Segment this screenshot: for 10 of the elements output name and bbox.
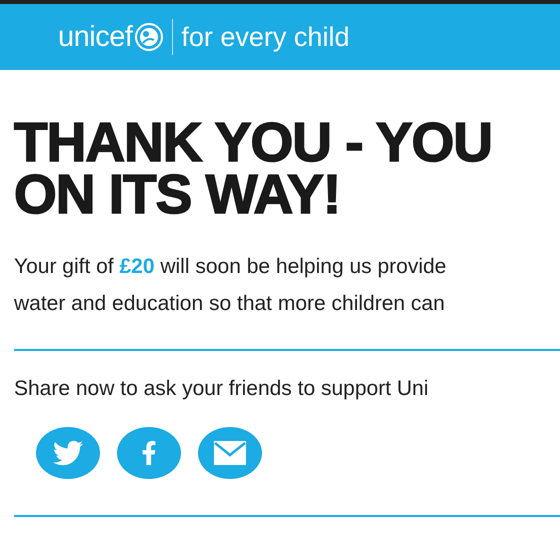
emblem-icon [134, 22, 164, 52]
page-heading: ON ITS WAY! [14, 168, 342, 220]
message-text: water and education so that more children can [14, 291, 446, 317]
message-text: Your gift of £20 will soon be helping us provide [14, 254, 448, 280]
envelope-icon [214, 441, 246, 465]
page-heading: THANK YOU - YOU [14, 116, 494, 168]
share-prompt: Share now to ask your friends to support Uni [14, 376, 430, 402]
logo-wordmark[interactable]: unicef [58, 22, 132, 52]
bird-icon [53, 438, 83, 468]
tagline: for every child [181, 24, 350, 50]
